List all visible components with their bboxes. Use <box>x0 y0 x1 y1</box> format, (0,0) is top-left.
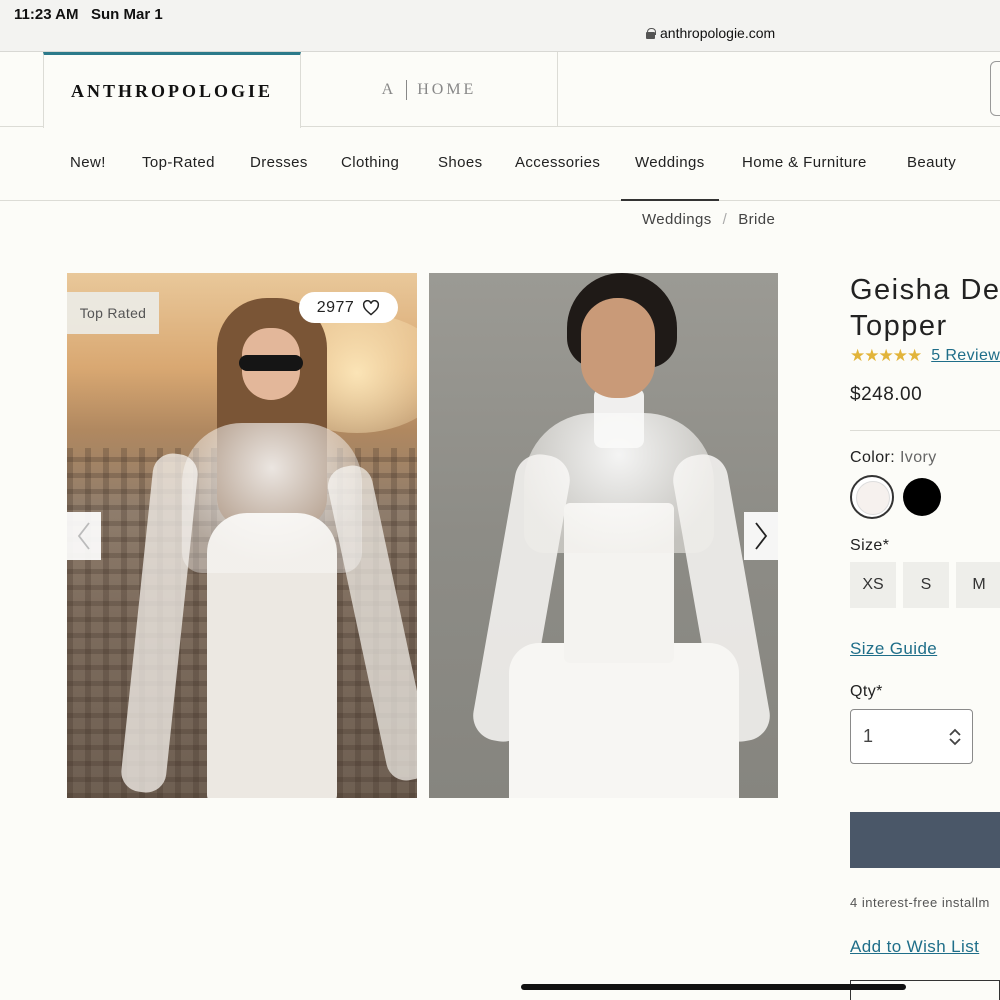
white-skirt <box>509 643 739 798</box>
a-home-logo-home: HOME <box>417 80 477 98</box>
quantity-value: 1 <box>863 726 874 746</box>
size-button-xs[interactable]: XS <box>850 562 896 608</box>
product-photo-2[interactable] <box>429 273 778 798</box>
star-rating-icon: ★★★★★ <box>850 346 922 365</box>
add-to-wish-list-link[interactable]: Add to Wish List <box>850 937 979 957</box>
heart-icon <box>363 299 380 316</box>
chevron-right-icon <box>755 522 768 550</box>
favorites-count: 2977 <box>316 298 355 316</box>
nav-item-shoes[interactable]: Shoes <box>438 127 483 201</box>
breadcrumb-weddings[interactable]: Weddings <box>642 211 712 228</box>
status-clock: 11:23 AM <box>14 6 79 23</box>
product-photo-1[interactable] <box>67 273 417 798</box>
home-indicator[interactable] <box>521 984 906 990</box>
breadcrumb-bride[interactable]: Bride <box>738 211 775 228</box>
sunglasses <box>239 355 303 371</box>
model-figure-2 <box>469 273 774 798</box>
nav-item-beauty[interactable]: Beauty <box>907 127 956 201</box>
size-button-s[interactable]: S <box>903 562 949 608</box>
size-button-m[interactable]: M <box>956 562 1000 608</box>
installments-text: 4 interest-free installm <box>850 895 990 910</box>
tab-a-home[interactable]: A HOME <box>301 52 558 127</box>
anthropologie-logo: ANTHROPOLOGIE <box>70 81 274 101</box>
model-figure-1 <box>119 293 417 798</box>
nav-item-dresses[interactable]: Dresses <box>250 127 308 201</box>
color-label-text: Color: <box>850 449 896 466</box>
top-rated-badge: Top Rated <box>67 292 159 334</box>
nav-item-home-furniture[interactable]: Home & Furniture <box>742 127 867 201</box>
product-title-line-2: Topper <box>850 310 948 342</box>
chevron-left-icon <box>77 522 90 550</box>
color-label: Color: Ivory <box>850 449 937 467</box>
up-down-chevron-icon <box>949 728 961 746</box>
color-swatch-ivory[interactable] <box>850 475 894 519</box>
favorite-button[interactable]: 2977 <box>299 292 398 323</box>
status-date: Sun Mar 1 <box>91 6 163 23</box>
brand-bar: ANTHROPOLOGIE A HOME <box>0 52 1000 128</box>
lock-icon <box>646 27 656 39</box>
url-text: anthropologie.com <box>660 25 776 41</box>
nav-item-accessories[interactable]: Accessories <box>515 127 600 201</box>
lace-topper <box>182 423 362 573</box>
color-value: Ivory <box>899 449 937 466</box>
product-title: Geisha Des Topper <box>850 272 1000 344</box>
breadcrumb: Weddings / Bride <box>642 211 775 228</box>
status-bar: 11:23 AM Sun Mar 1 anthropologie.com <box>0 0 1000 52</box>
product-title-line-1: Geisha Des <box>850 274 1000 306</box>
add-to-bag-button[interactable] <box>850 812 1000 868</box>
size-label: Size* <box>850 537 890 554</box>
gallery-prev-button[interactable] <box>67 512 101 560</box>
divider <box>850 430 1000 431</box>
nav-item-new[interactable]: New! <box>70 127 106 201</box>
nav-item-top-rated[interactable]: Top-Rated <box>142 127 215 201</box>
product-rating: ★★★★★ 5 Review <box>850 346 1000 366</box>
a-home-logo-a: A <box>381 80 397 98</box>
nav-item-weddings[interactable]: Weddings <box>621 127 719 201</box>
color-swatch-black[interactable] <box>903 478 941 516</box>
breadcrumb-separator: / <box>722 211 728 228</box>
reviews-link[interactable]: 5 Review <box>931 347 1000 365</box>
address-bar[interactable]: anthropologie.com <box>646 25 775 41</box>
nav-item-clothing[interactable]: Clothing <box>341 127 399 201</box>
qty-label: Qty* <box>850 683 883 700</box>
size-guide-link[interactable]: Size Guide <box>850 639 937 659</box>
secondary-button[interactable] <box>850 980 1000 1000</box>
status-time: 11:23 AM Sun Mar 1 <box>14 6 163 23</box>
gallery-next-button[interactable] <box>744 512 778 560</box>
model-face <box>581 298 655 398</box>
quantity-select[interactable]: 1 <box>850 709 973 764</box>
product-price: $248.00 <box>850 384 923 405</box>
logo-divider <box>406 79 408 100</box>
tab-anthropologie[interactable]: ANTHROPOLOGIE <box>43 52 301 128</box>
search-box[interactable] <box>990 61 1000 116</box>
main-nav: New! Top-Rated Dresses Clothing Shoes Ac… <box>0 127 1000 201</box>
